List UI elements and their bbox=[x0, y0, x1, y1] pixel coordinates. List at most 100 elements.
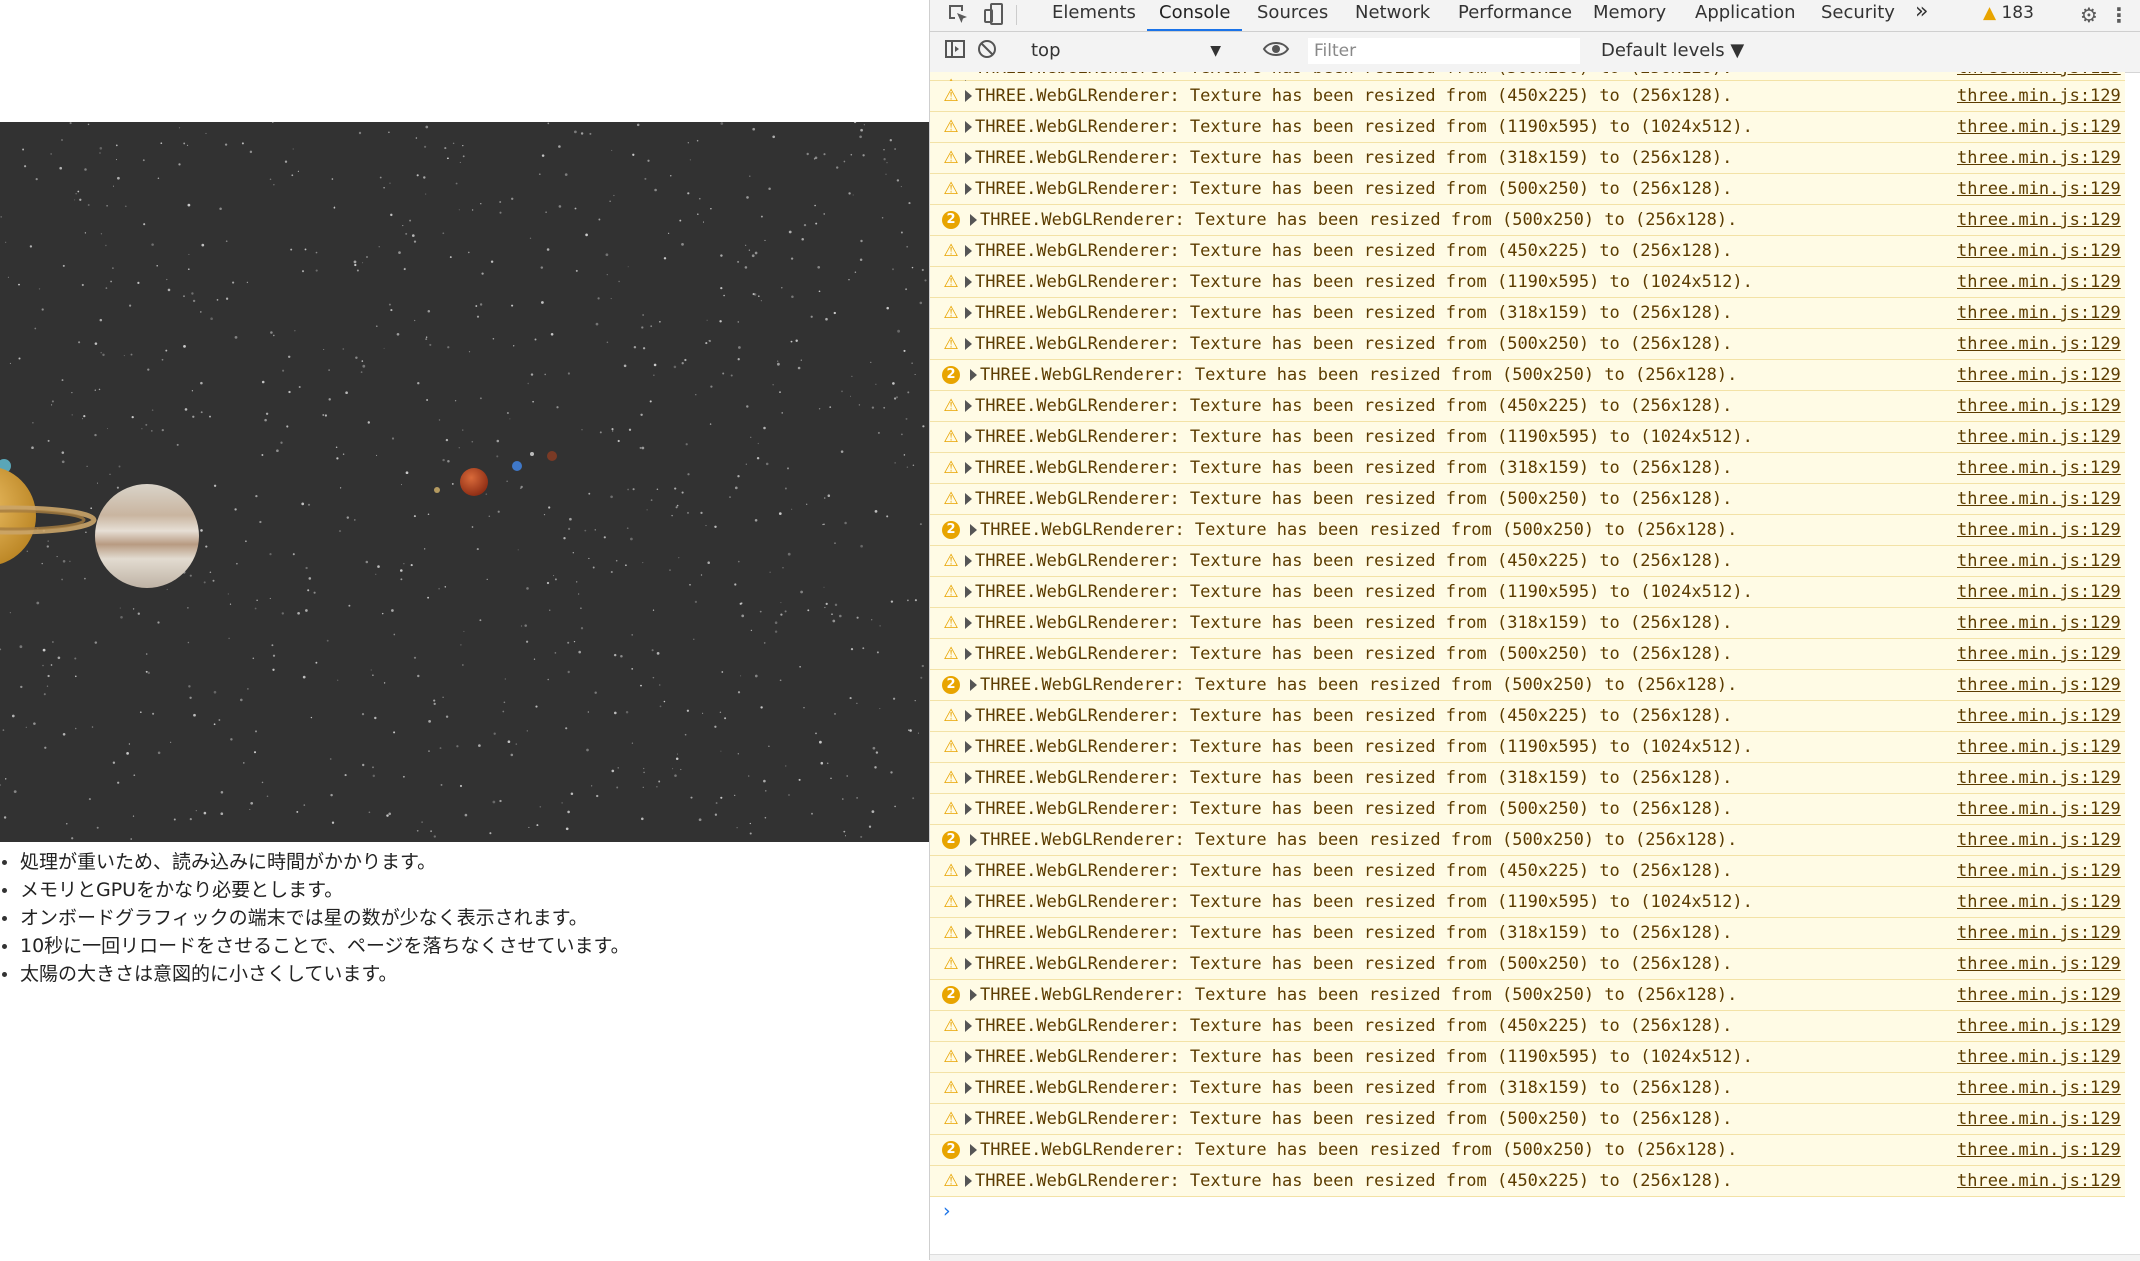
log-levels-dropdown[interactable]: Default levels ▼ bbox=[1601, 38, 1744, 64]
expand-arrow-icon[interactable] bbox=[965, 307, 972, 319]
message-source-link[interactable]: three.min.js:129 bbox=[1957, 484, 2121, 515]
message-source-link[interactable]: three.min.js:129 bbox=[1957, 732, 2121, 763]
message-source-link[interactable]: three.min.js:129 bbox=[1957, 918, 2121, 949]
console-message-row[interactable]: ⚠THREE.WebGLRenderer: Texture has been r… bbox=[930, 856, 2125, 887]
clear-console-icon[interactable] bbox=[974, 38, 1000, 64]
message-source-link[interactable]: three.min.js:129 bbox=[1957, 205, 2121, 236]
tab-application[interactable]: Application bbox=[1695, 0, 1796, 31]
message-source-link[interactable]: three.min.js:129 bbox=[1957, 701, 2121, 732]
console-message-row[interactable]: ⚠THREE.WebGLRenderer: Texture has been r… bbox=[930, 949, 2125, 980]
tab-sources[interactable]: Sources bbox=[1257, 0, 1328, 31]
message-source-link[interactable]: three.min.js:129 bbox=[1957, 980, 2121, 1011]
expand-arrow-icon[interactable] bbox=[965, 338, 972, 350]
expand-arrow-icon[interactable] bbox=[965, 555, 972, 567]
console-message-row[interactable]: ⚠THREE.WebGLRenderer: Texture has been r… bbox=[930, 81, 2125, 112]
tab-security[interactable]: Security bbox=[1821, 0, 1895, 31]
message-source-link[interactable]: three.min.js:129 bbox=[1957, 515, 2121, 546]
expand-arrow-icon[interactable] bbox=[965, 183, 972, 195]
console-message-row[interactable]: 2 THREE.WebGLRenderer: Texture has been r… bbox=[930, 515, 2125, 546]
console-message-row[interactable]: ⚠THREE.WebGLRenderer: Texture has been r… bbox=[930, 329, 2125, 360]
more-tabs-button[interactable]: » bbox=[1915, 0, 1928, 31]
console-message-row[interactable]: ⚠THREE.WebGLRenderer: Texture has been r… bbox=[930, 1166, 2125, 1197]
expand-arrow-icon[interactable] bbox=[970, 679, 977, 691]
message-source-link[interactable]: three.min.js:129 bbox=[1957, 360, 2121, 391]
expand-arrow-icon[interactable] bbox=[965, 617, 972, 629]
console-message-row[interactable]: ⚠THREE.WebGLRenderer: Texture has been r… bbox=[930, 267, 2125, 298]
expand-arrow-icon[interactable] bbox=[965, 1175, 972, 1187]
tab-memory[interactable]: Memory bbox=[1593, 0, 1666, 31]
expand-arrow-icon[interactable] bbox=[965, 400, 972, 412]
console-message-row[interactable]: ⚠THREE.WebGLRenderer: Texture has been r… bbox=[930, 701, 2125, 732]
message-source-link[interactable]: three.min.js:129 bbox=[1957, 81, 2121, 112]
message-source-link[interactable]: three.min.js:129 bbox=[1957, 143, 2121, 174]
console-message-row[interactable]: ⚠THREE.WebGLRenderer: Texture has been r… bbox=[930, 887, 2125, 918]
message-source-link[interactable]: three.min.js:129 bbox=[1957, 112, 2121, 143]
message-source-link[interactable]: three.min.js:129 bbox=[1957, 856, 2121, 887]
expand-arrow-icon[interactable] bbox=[965, 741, 972, 753]
expand-arrow-icon[interactable] bbox=[965, 648, 972, 660]
message-source-link[interactable]: three.min.js:129 bbox=[1957, 1011, 2121, 1042]
console-message-row[interactable]: ⚠THREE.WebGLRenderer: Texture has been r… bbox=[930, 236, 2125, 267]
expand-arrow-icon[interactable] bbox=[965, 1113, 972, 1125]
expand-arrow-icon[interactable] bbox=[965, 865, 972, 877]
expand-arrow-icon[interactable] bbox=[965, 896, 972, 908]
console-message-row[interactable]: 2 THREE.WebGLRenderer: Texture has been r… bbox=[930, 825, 2125, 856]
live-expression-icon[interactable] bbox=[1260, 38, 1292, 64]
expand-arrow-icon[interactable] bbox=[965, 431, 972, 443]
console-message-row[interactable]: ⚠THREE.WebGLRenderer: Texture has been r… bbox=[930, 112, 2125, 143]
device-toolbar-icon[interactable] bbox=[980, 2, 1008, 28]
solar-system-canvas[interactable] bbox=[0, 122, 929, 842]
expand-arrow-icon[interactable] bbox=[965, 90, 972, 102]
message-source-link[interactable]: three.min.js:129 bbox=[1957, 1104, 2121, 1135]
console-message-row[interactable]: ⚠THREE.WebGLRenderer: Texture has been r… bbox=[930, 639, 2125, 670]
console-message-row[interactable]: 2 THREE.WebGLRenderer: Texture has been r… bbox=[930, 670, 2125, 701]
expand-arrow-icon[interactable] bbox=[965, 1082, 972, 1094]
console-message-row[interactable]: 2 THREE.WebGLRenderer: Texture has been r… bbox=[930, 205, 2125, 236]
message-source-link[interactable]: three.min.js:129 bbox=[1957, 1135, 2121, 1166]
expand-arrow-icon[interactable] bbox=[965, 121, 972, 133]
message-source-link[interactable]: three.min.js:129 bbox=[1957, 887, 2121, 918]
message-source-link[interactable]: three.min.js:129 bbox=[1957, 391, 2121, 422]
expand-arrow-icon[interactable] bbox=[965, 245, 972, 257]
inspect-element-icon[interactable] bbox=[944, 2, 972, 28]
expand-arrow-icon[interactable] bbox=[965, 803, 972, 815]
expand-arrow-icon[interactable] bbox=[965, 1051, 972, 1063]
console-message-row[interactable]: ⚠THREE.WebGLRenderer: Texture has been r… bbox=[930, 918, 2125, 949]
console-message-row[interactable]: ⚠THREE.WebGLRenderer: Texture has been r… bbox=[930, 453, 2125, 484]
message-source-link[interactable]: three.min.js:129 bbox=[1957, 174, 2121, 205]
expand-arrow-icon[interactable] bbox=[965, 772, 972, 784]
expand-arrow-icon[interactable] bbox=[965, 710, 972, 722]
message-source-link[interactable]: three.min.js:129 bbox=[1957, 1166, 2121, 1197]
expand-arrow-icon[interactable] bbox=[970, 369, 977, 381]
message-source-link[interactable]: three.min.js:129 bbox=[1957, 1042, 2121, 1073]
console-message-row[interactable]: ⚠THREE.WebGLRenderer: Texture has been r… bbox=[930, 1011, 2125, 1042]
console-message-row[interactable]: ⚠THREE.WebGLRenderer: Texture has been r… bbox=[930, 732, 2125, 763]
expand-arrow-icon[interactable] bbox=[965, 586, 972, 598]
message-source-link[interactable]: three.min.js:129 bbox=[1957, 794, 2121, 825]
expand-arrow-icon[interactable] bbox=[970, 989, 977, 1001]
kebab-menu-icon[interactable]: ⋮ bbox=[2105, 2, 2133, 28]
expand-arrow-icon[interactable] bbox=[970, 834, 977, 846]
console-message-row[interactable]: ⚠THREE.WebGLRenderer: Texture has been r… bbox=[930, 1042, 2125, 1073]
console-message-row[interactable]: ⚠THREE.WebGLRenderer: Texture has been r… bbox=[930, 484, 2125, 515]
console-message-row[interactable]: ⚠THREE.WebGLRenderer: Texture has been r… bbox=[930, 763, 2125, 794]
console-message-row[interactable]: ⚠THREE.WebGLRenderer: Texture has been r… bbox=[930, 143, 2125, 174]
expand-arrow-icon[interactable] bbox=[965, 276, 972, 288]
expand-arrow-icon[interactable] bbox=[965, 927, 972, 939]
console-message-row[interactable]: ⚠THREE.WebGLRenderer: Texture has been r… bbox=[930, 1073, 2125, 1104]
console-prompt[interactable]: › bbox=[930, 1197, 2140, 1227]
expand-arrow-icon[interactable] bbox=[970, 214, 977, 226]
console-message-row[interactable]: ⚠THREE.WebGLRenderer: Texture has been r… bbox=[930, 1104, 2125, 1135]
message-source-link[interactable]: three.min.js:129 bbox=[1957, 763, 2121, 794]
message-source-link[interactable]: three.min.js:129 bbox=[1957, 825, 2121, 856]
message-source-link[interactable]: three.min.js:129 bbox=[1957, 639, 2121, 670]
console-message-row[interactable]: 2 THREE.WebGLRenderer: Texture has been r… bbox=[930, 980, 2125, 1011]
expand-arrow-icon[interactable] bbox=[965, 493, 972, 505]
tab-network[interactable]: Network bbox=[1355, 0, 1430, 31]
console-message-row[interactable]: ⚠THREE.WebGLRenderer: Texture has been r… bbox=[930, 422, 2125, 453]
expand-arrow-icon[interactable] bbox=[970, 1144, 977, 1156]
console-message-row[interactable]: ⚠THREE.WebGLRenderer: Texture has been r… bbox=[930, 298, 2125, 329]
message-source-link[interactable]: three.min.js:129 bbox=[1957, 949, 2121, 980]
message-source-link[interactable]: three.min.js:129 bbox=[1957, 1073, 2121, 1104]
console-message-row[interactable]: ⚠THREE.WebGLRenderer: Texture has been r… bbox=[930, 72, 2125, 95]
